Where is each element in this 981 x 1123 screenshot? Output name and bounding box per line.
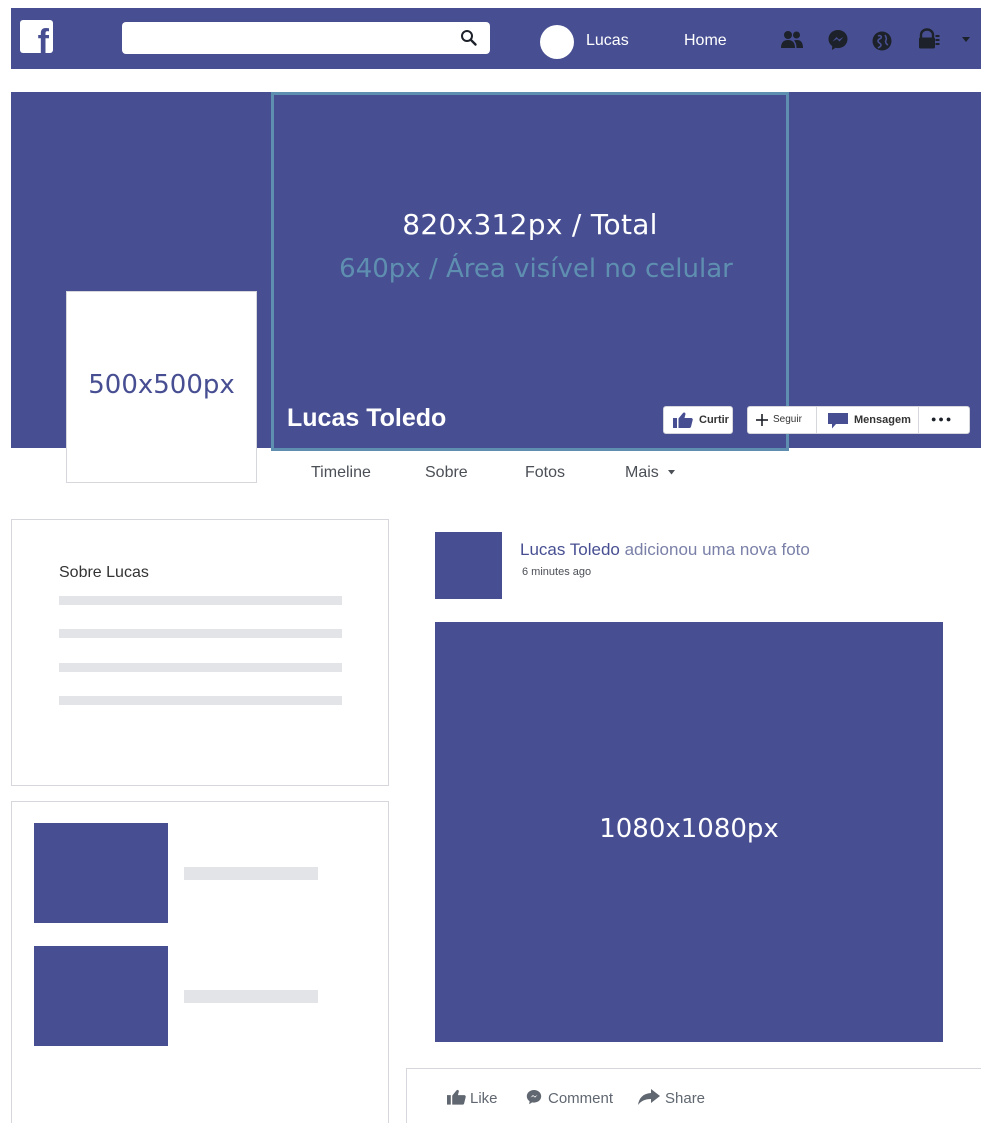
- tab-more-label: Mais: [625, 464, 659, 481]
- tab-photos[interactable]: Fotos: [525, 464, 565, 482]
- photo-thumbnail[interactable]: [34, 946, 168, 1046]
- messenger-icon[interactable]: [826, 28, 850, 52]
- post-image-size-label: 1080x1080px: [599, 814, 779, 844]
- plus-icon: [756, 414, 768, 426]
- friend-requests-icon[interactable]: [780, 28, 804, 52]
- placeholder-line: [59, 696, 342, 705]
- placeholder-line: [184, 990, 318, 1003]
- privacy-shortcuts-icon[interactable]: [917, 27, 941, 51]
- like-label: Like: [470, 1090, 498, 1107]
- share-arrow-icon: [638, 1089, 660, 1105]
- like-page-label: Curtir: [699, 414, 729, 426]
- about-card: [11, 519, 389, 786]
- post-header: Lucas Toledo adicionou uma nova foto: [520, 540, 810, 560]
- tab-more[interactable]: Mais: [625, 464, 676, 482]
- thumbs-up-icon: [447, 1089, 466, 1105]
- facebook-logo-icon[interactable]: f: [20, 20, 53, 53]
- post-author-avatar[interactable]: [435, 532, 502, 599]
- more-options-icon: ●●●: [931, 414, 954, 424]
- comment-label: Comment: [548, 1090, 614, 1107]
- search-input[interactable]: [122, 22, 490, 54]
- placeholder-line: [184, 867, 318, 880]
- cover-size-label: 820x312px / Total: [402, 208, 658, 241]
- follow-button[interactable]: Seguir: [748, 407, 816, 433]
- tab-about[interactable]: Sobre: [425, 464, 468, 482]
- like-button[interactable]: Like: [447, 1089, 498, 1107]
- profile-name[interactable]: Lucas Toledo: [287, 404, 446, 433]
- comment-button[interactable]: Comment: [526, 1089, 613, 1107]
- nav-user-name[interactable]: Lucas: [586, 30, 629, 52]
- follow-label: Seguir: [773, 414, 802, 425]
- like-page-button[interactable]: Curtir: [663, 406, 733, 434]
- message-button[interactable]: Mensagem: [817, 407, 918, 433]
- profile-actions-group: Seguir Mensagem ●●●: [747, 406, 970, 434]
- placeholder-line: [59, 596, 342, 605]
- placeholder-line: [59, 629, 342, 638]
- about-card-title: Sobre Lucas: [59, 564, 149, 581]
- chevron-down-icon: [668, 470, 676, 475]
- post-timestamp[interactable]: 6 minutes ago: [522, 566, 591, 578]
- post-action-text: adicionou uma nova foto: [619, 540, 810, 559]
- message-bubble-icon: [828, 413, 848, 429]
- tab-timeline[interactable]: Timeline: [311, 464, 371, 482]
- nav-home-link[interactable]: Home: [684, 30, 727, 52]
- post-author-name[interactable]: Lucas Toledo: [520, 540, 620, 559]
- comment-bubble-icon: [526, 1090, 542, 1105]
- thumbs-up-icon: [673, 412, 693, 428]
- more-options-button[interactable]: ●●●: [919, 407, 969, 433]
- account-menu-chevron-down-icon[interactable]: [961, 36, 971, 44]
- share-button[interactable]: Share: [638, 1089, 705, 1107]
- message-label: Mensagem: [854, 414, 911, 426]
- search-icon[interactable]: [460, 29, 478, 47]
- share-label: Share: [665, 1090, 706, 1107]
- photo-thumbnail[interactable]: [34, 823, 168, 923]
- facebook-logo-glyph: f: [37, 23, 49, 53]
- nav-avatar[interactable]: [540, 25, 574, 59]
- placeholder-line: [59, 663, 342, 672]
- profile-photo-size-label: 500x500px: [88, 370, 235, 400]
- cover-mobile-area-label: 640px / Área visível no celular: [339, 254, 733, 284]
- notifications-globe-icon[interactable]: [870, 29, 894, 53]
